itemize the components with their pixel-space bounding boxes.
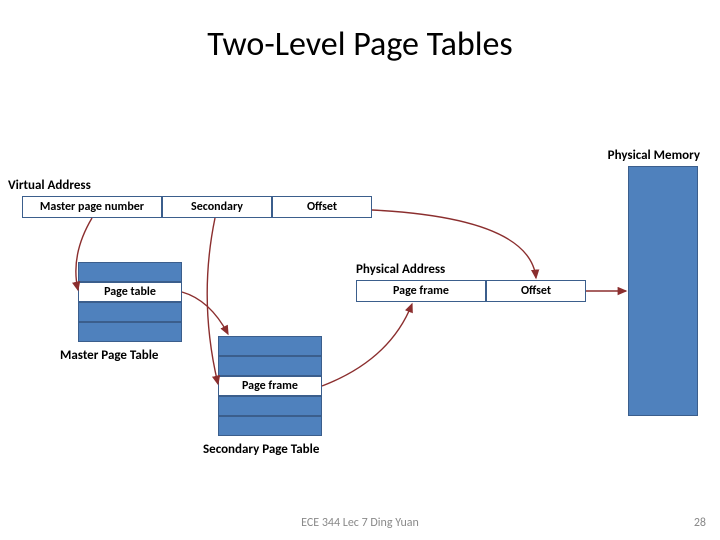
master-table-row3 (78, 302, 182, 322)
pa-frame-box: Page frame (356, 280, 486, 302)
va-offset-box: Offset (272, 196, 372, 218)
va-secondary-box: Secondary (162, 196, 272, 218)
physical-memory-label: Physical Memory (608, 148, 700, 163)
secondary-table-row1 (218, 336, 322, 356)
master-table-row4 (78, 322, 182, 342)
virtual-address-label: Virtual Address (8, 178, 91, 193)
secondary-table-caption: Secondary Page Table (203, 442, 319, 457)
secondary-table-row5 (218, 416, 322, 436)
secondary-table-entry: Page frame (218, 376, 322, 396)
physical-memory-block (628, 166, 698, 416)
physical-address-label: Physical Address (356, 262, 445, 277)
master-table-row1 (78, 262, 182, 282)
va-master-box: Master page number (22, 196, 162, 218)
secondary-table-row4 (218, 396, 322, 416)
master-table-entry: Page table (78, 282, 182, 302)
slide-title: Two-Level Page Tables (0, 24, 720, 65)
secondary-table-row2 (218, 356, 322, 376)
footer-text: ECE 344 Lec 7 Ding Yuan (0, 516, 720, 530)
master-table-caption: Master Page Table (60, 348, 158, 363)
page-number: 28 (694, 516, 706, 530)
pa-offset-box: Offset (486, 280, 586, 302)
